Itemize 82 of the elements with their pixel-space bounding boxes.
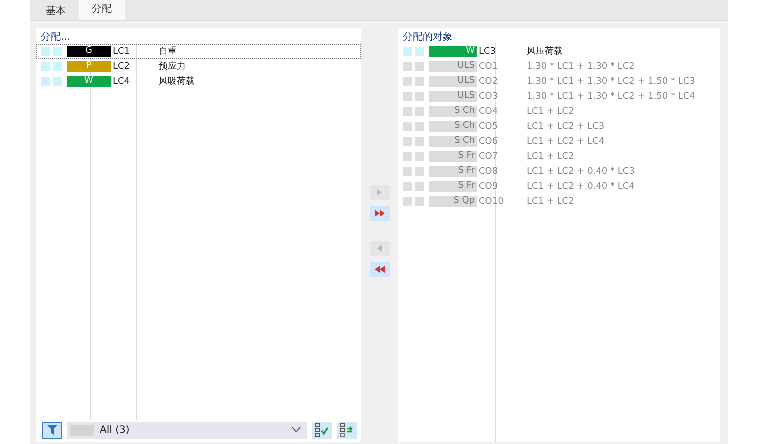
case-description: 自重 — [159, 46, 177, 58]
move-all-left-button[interactable] — [370, 262, 390, 277]
status-swatch — [415, 152, 424, 161]
type-tag: S Ch — [429, 121, 477, 132]
case-description: LC1 + LC2 + 0.40 * LC3 — [527, 166, 635, 176]
type-tag: W — [429, 46, 477, 57]
case-description: 风压荷载 — [527, 46, 563, 58]
type-tag: S Ch — [429, 136, 477, 147]
case-code: LC4 — [113, 76, 132, 86]
status-swatch — [415, 167, 424, 176]
filter-dropdown[interactable]: All (3) — [67, 422, 307, 438]
double-arrow-right-icon — [374, 209, 386, 218]
status-swatch — [415, 62, 424, 71]
case-description: LC1 + LC2 — [527, 196, 574, 206]
status-swatch — [41, 62, 50, 71]
move-all-right-button[interactable] — [370, 206, 390, 221]
type-tag: S Qp — [429, 196, 477, 207]
tab[interactable]: 基本 — [34, 3, 78, 20]
case-description: LC1 + LC2 + 0.40 * LC4 — [527, 182, 635, 192]
case-code: LC3 — [479, 46, 498, 56]
status-swatch — [41, 77, 50, 86]
status-swatch — [41, 47, 50, 56]
select-all-button[interactable] — [312, 422, 332, 438]
double-arrow-left-icon — [374, 265, 386, 274]
type-tag: G — [67, 46, 111, 57]
list-row[interactable]: G LC1 自重 — [36, 44, 361, 59]
dropdown-value: All (3) — [100, 424, 131, 436]
list-row[interactable]: W LC4 风吸荷载 — [36, 74, 361, 89]
toggle-selection-button[interactable] — [337, 422, 357, 438]
type-tag: ULS — [429, 91, 477, 102]
status-swatch — [53, 77, 62, 86]
type-tag: W — [67, 76, 111, 87]
filter-button[interactable] — [42, 422, 62, 438]
case-description: LC1 + LC2 + LC4 — [527, 136, 605, 146]
panel-title: 分配... — [40, 31, 72, 43]
arrow-right-icon — [375, 188, 384, 197]
type-tag: P — [67, 61, 111, 72]
arrow-left-icon — [375, 244, 384, 253]
case-code: LC1 — [113, 46, 132, 56]
case-code: CO7 — [479, 152, 500, 162]
case-description: LC1 + LC2 — [527, 106, 574, 116]
type-tag: ULS — [429, 61, 477, 72]
case-code: CO8 — [479, 166, 500, 176]
case-code: CO9 — [479, 182, 500, 192]
case-code: CO5 — [479, 122, 500, 132]
list-swap-icon — [340, 423, 354, 437]
case-description: 1.30 * LC1 + 1.30 * LC2 — [527, 62, 635, 72]
case-code: CO6 — [479, 136, 500, 146]
status-swatch — [415, 77, 424, 86]
type-tag: S Fr — [429, 181, 477, 192]
status-swatch — [415, 137, 424, 146]
status-swatch — [415, 107, 424, 116]
type-tag: S Fr — [429, 166, 477, 177]
filter-icon — [46, 425, 58, 435]
status-swatch — [415, 182, 424, 191]
status-swatch — [415, 122, 424, 131]
case-description: 风吸荷载 — [159, 76, 195, 88]
checklist-icon — [315, 423, 329, 437]
tab[interactable]: 分配 — [79, 0, 125, 20]
status-swatch — [415, 92, 424, 101]
case-description: LC1 + LC2 + LC3 — [527, 122, 605, 132]
status-swatch — [415, 47, 424, 56]
case-code: CO4 — [479, 106, 500, 116]
case-code: CO1 — [479, 62, 500, 72]
status-swatch — [53, 62, 62, 71]
case-description: 1.30 * LC1 + 1.30 * LC2 + 1.50 * LC3 — [527, 76, 696, 86]
status-swatch — [53, 47, 62, 56]
swatch — [70, 424, 94, 436]
type-tag: S Fr — [429, 151, 477, 162]
case-code: LC2 — [113, 62, 132, 72]
type-tag: S Ch — [429, 106, 477, 117]
case-description: LC1 + LC2 — [527, 152, 574, 162]
panel-title: 分配的对象 — [402, 30, 454, 43]
case-description: 1.30 * LC1 + 1.30 * LC2 + 1.50 * LC4 — [527, 92, 696, 102]
case-code: CO10 — [479, 196, 505, 206]
case-code: CO2 — [479, 76, 500, 86]
status-swatch — [415, 197, 424, 206]
list-row[interactable]: P LC2 预应力 — [36, 59, 361, 74]
chevron-down-icon — [292, 427, 301, 433]
case-description: 预应力 — [159, 60, 186, 73]
type-tag: ULS — [429, 76, 477, 87]
case-code: CO3 — [479, 92, 500, 102]
